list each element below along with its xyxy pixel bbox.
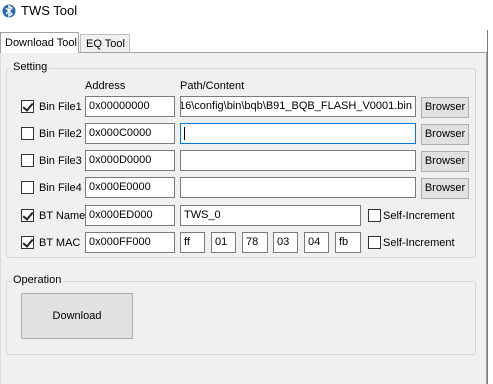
address-column-header: Address	[85, 80, 126, 92]
bt-mac-octet-1-input[interactable]: ff	[180, 232, 205, 253]
bin-file3-browse-button[interactable]: Browser	[421, 151, 469, 172]
bt-mac-octet-4-input[interactable]: 03	[273, 232, 298, 253]
path-column-header: Path/Content	[180, 80, 245, 92]
bin-file2-label: Bin File2	[39, 128, 82, 140]
text-caret	[184, 127, 185, 140]
bt-mac-self-increment-checkbox[interactable]	[368, 236, 381, 249]
window-title: TWS Tool	[21, 3, 78, 18]
bin-file1-label: Bin File1	[39, 101, 82, 113]
bin-file1-path-text: 516\config\bin\bqb\B91_BQB_FLASH_V0001.b…	[180, 100, 412, 112]
setting-legend: Setting	[11, 61, 50, 73]
bin-file4-address-input[interactable]: 0x000E0000	[85, 177, 175, 198]
bin-file2-address-input[interactable]: 0x000C0000	[85, 123, 175, 144]
tab-eq-tool[interactable]: EQ Tool	[80, 34, 130, 52]
bt-mac-self-increment-label: Self-Increment	[383, 237, 455, 249]
title-bar: TWS Tool	[0, 0, 493, 28]
bin-file2-checkbox[interactable]	[21, 127, 34, 140]
bt-name-self-increment-checkbox[interactable]	[368, 209, 381, 222]
bin-file3-address-input[interactable]: 0x000D0000	[85, 150, 175, 171]
bin-file1-checkbox[interactable]	[21, 100, 34, 113]
bt-name-label: BT Name	[39, 210, 86, 222]
bin-file3-checkbox[interactable]	[21, 154, 34, 167]
bt-mac-address-input[interactable]: 0x000FF000	[85, 232, 175, 253]
window-right-edge	[487, 30, 493, 384]
bt-name-input[interactable]: TWS_0	[180, 205, 361, 226]
download-button[interactable]: Download	[21, 293, 133, 339]
bt-mac-octet-3-input[interactable]: 78	[242, 232, 268, 253]
bt-mac-checkbox[interactable]	[21, 236, 34, 249]
bt-name-checkbox[interactable]	[21, 209, 34, 222]
bin-file4-label: Bin File4	[39, 182, 82, 194]
tab-strip: Download Tool EQ Tool	[0, 30, 493, 53]
app-icon	[2, 4, 16, 18]
operation-legend: Operation	[11, 274, 64, 286]
bin-file1-path-input[interactable]: 516\config\bin\bqb\B91_BQB_FLASH_V0001.b…	[180, 96, 416, 117]
bt-name-self-increment-label: Self-Increment	[383, 210, 455, 222]
bt-mac-label: BT MAC	[39, 237, 81, 249]
bt-mac-octet-6-input[interactable]: fb	[335, 232, 361, 253]
bt-mac-octet-5-input[interactable]: 04	[304, 232, 329, 253]
bin-file1-address-input[interactable]: 0x00000000	[85, 96, 175, 117]
bin-file4-path-input[interactable]	[180, 177, 416, 198]
bin-file2-browse-button[interactable]: Browser	[421, 124, 469, 145]
bt-name-address-input[interactable]: 0x000ED000	[85, 205, 175, 226]
bin-file4-checkbox[interactable]	[21, 181, 34, 194]
bin-file4-browse-button[interactable]: Browser	[421, 178, 469, 199]
bin-file1-browse-button[interactable]: Browser	[421, 97, 469, 118]
bin-file3-label: Bin File3	[39, 155, 82, 167]
bin-file3-path-input[interactable]	[180, 150, 416, 171]
bin-file2-path-input[interactable]	[180, 123, 416, 144]
bt-mac-octet-2-input[interactable]: 01	[211, 232, 236, 253]
tab-download-tool[interactable]: Download Tool	[0, 32, 79, 53]
